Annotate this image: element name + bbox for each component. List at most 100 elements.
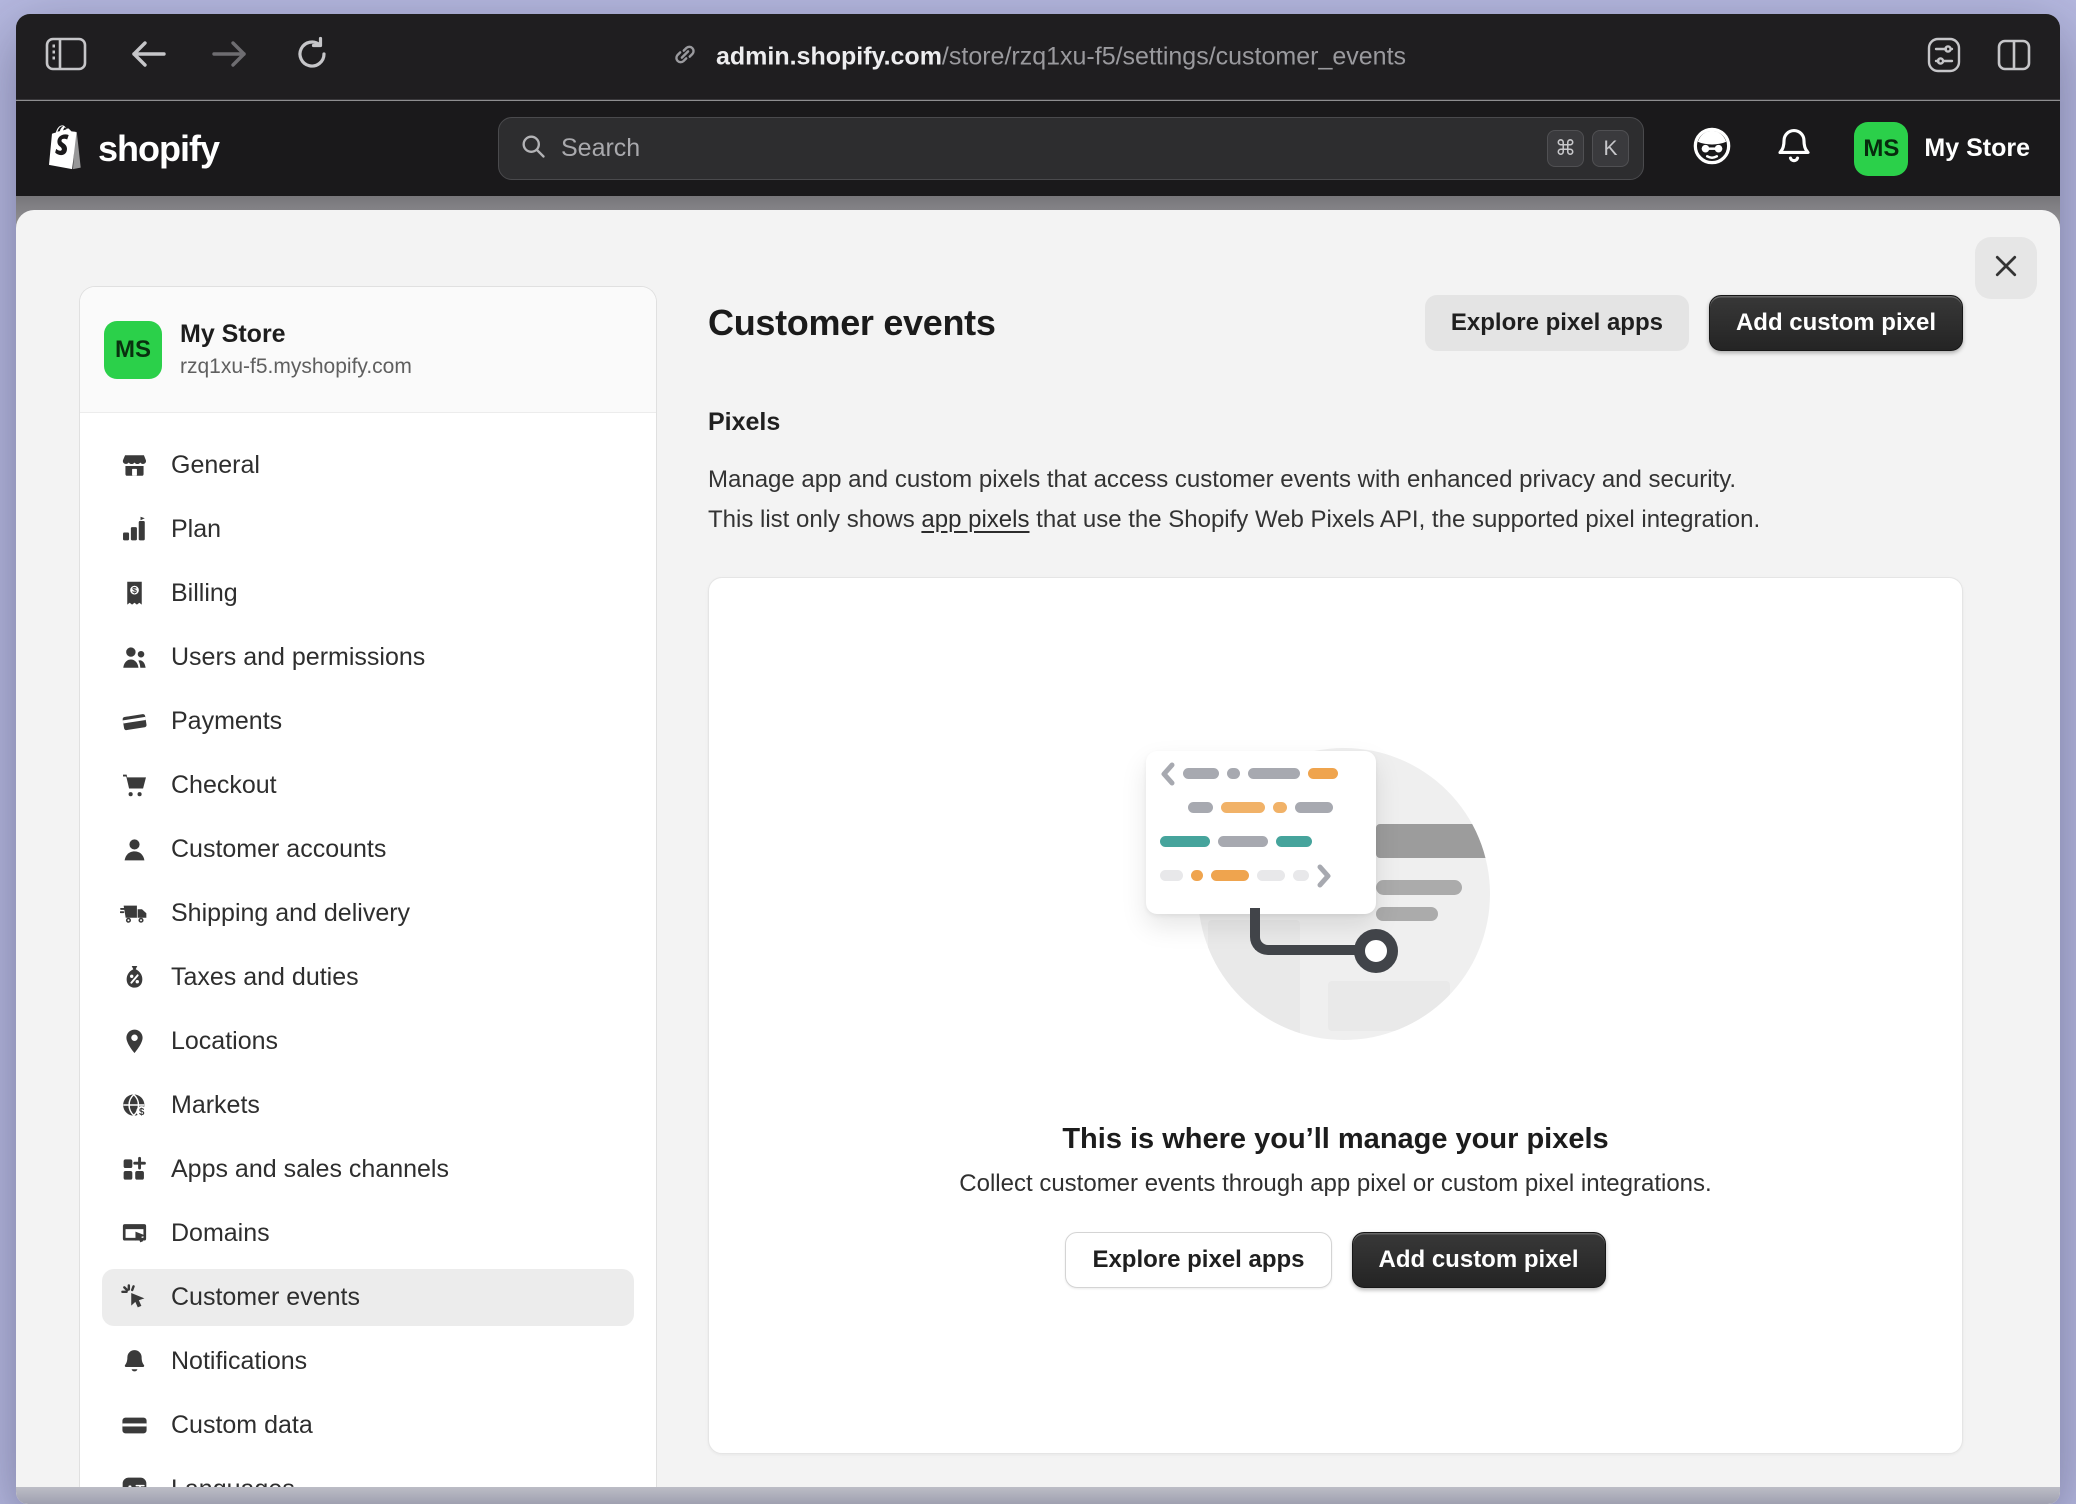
shopify-wordmark: shopify [98,128,219,170]
sidebar-item-label: Notifications [171,1347,307,1376]
pixels-description: Manage app and custom pixels that access… [708,460,1760,540]
admin-header: shopify ⌘ K [16,101,2060,196]
sidebar-item-label: Customer events [171,1283,360,1312]
search-icon [519,132,547,165]
cart-icon [119,771,149,801]
code-snippet-illustration [1146,751,1376,914]
sidebar-item-notifications[interactable]: Notifications [102,1333,634,1390]
apps-grid-icon [119,1155,149,1185]
close-button[interactable] [1975,237,2037,299]
back-arrow-icon [128,38,168,75]
forward-arrow-icon [210,38,250,75]
sidebar-item-domains[interactable]: Domains [102,1205,634,1262]
billing-icon: $ [119,579,149,609]
person-icon [119,835,149,865]
sidebar-item-label: Users and permissions [171,643,425,672]
sidebar-item-billing[interactable]: $ Billing [102,565,634,622]
sidebar-item-label: Payments [171,707,282,736]
split-view-icon [1996,37,2032,78]
cmd-key-badge: ⌘ [1547,130,1584,167]
empty-state-title: This is where you’ll manage your pixels [1062,1123,1608,1156]
url-path: /store/rzq1xu-f5/settings/customer_event… [942,42,1406,70]
sidebar-item-shipping-and-delivery[interactable]: Shipping and delivery [102,885,634,942]
store-avatar: MS [104,321,162,379]
users-icon [119,643,149,673]
chevron-right-icon [1317,864,1332,888]
explore-pixel-apps-button[interactable]: Explore pixel apps [1425,295,1689,351]
store-domain: rzq1xu-f5.myshopify.com [180,355,412,379]
sidebar-item-label: Plan [171,515,221,544]
sidekick-face-icon [1689,123,1735,174]
browser-toolbar: admin.shopify.com/store/rzq1xu-f5/settin… [16,14,2060,100]
sidebar-item-customer-accounts[interactable]: Customer accounts [102,821,634,878]
location-pin-icon [119,1027,149,1057]
settings-nav: General Plan $ Billing Users and permissions… [80,413,656,1504]
settings-sidebar: MS My Store rzq1xu-f5.myshopify.com Gene… [79,286,657,1504]
account-avatar: MS [1854,122,1908,176]
pixels-empty-card: This is where you’ll manage your pixels … [708,577,1963,1454]
sidebar-item-customer-events[interactable]: Customer events [102,1269,634,1326]
reload-icon [293,35,331,78]
globe-icon: $ [119,1091,149,1121]
connector-node [1354,929,1398,973]
sidebar-item-label: Taxes and duties [171,963,359,992]
shopify-bag-icon [46,122,88,175]
sidebar-item-locations[interactable]: Locations [102,1013,634,1070]
split-view-button[interactable] [1992,35,2036,79]
truck-icon [119,899,149,929]
page-title: Customer events [708,302,996,344]
app-pixels-link[interactable]: app pixels [921,506,1029,533]
tax-bag-icon [119,963,149,993]
sidebar-toggle-button[interactable] [44,35,88,79]
sidebar-item-apps-and-sales-channels[interactable]: Apps and sales channels [102,1141,634,1198]
sidebar-item-custom-data[interactable]: Custom data [102,1397,634,1454]
header-bell-icon [1773,125,1815,172]
chevron-left-icon [1160,762,1175,786]
sidebar-item-label: Custom data [171,1411,313,1440]
domains-icon [119,1219,149,1249]
plan-icon [119,515,149,545]
sidebar-item-label: General [171,451,260,480]
forward-button[interactable] [208,35,252,79]
url-bar[interactable]: admin.shopify.com/store/rzq1xu-f5/settin… [670,39,1406,74]
global-search[interactable]: ⌘ K [498,117,1644,180]
browser-settings-button[interactable] [1922,35,1966,79]
empty-add-custom-pixel-button[interactable]: Add custom pixel [1352,1232,1606,1288]
pixels-section-heading: Pixels [708,408,780,437]
empty-state-subtitle: Collect customer events through app pixe… [959,1170,1711,1198]
bell-icon [119,1347,149,1377]
sidebar-item-checkout[interactable]: Checkout [102,757,634,814]
window-bottom-edge [16,1487,2060,1504]
store-icon [119,451,149,481]
notifications-button[interactable] [1772,127,1816,171]
sidebar-item-plan[interactable]: Plan [102,501,634,558]
account-name: My Store [1924,134,2030,163]
sidebar-item-label: Domains [171,1219,270,1248]
shopify-logo[interactable]: shopify [16,122,219,175]
sidebar-panel-icon [45,37,87,76]
svg-text:$: $ [138,1107,144,1118]
sidebar-item-label: Shipping and delivery [171,899,410,928]
payments-icon [119,707,149,737]
k-key-badge: K [1592,130,1629,167]
search-input[interactable] [561,134,1539,163]
close-icon [1991,251,2021,286]
sidebar-item-payments[interactable]: Payments [102,693,634,750]
account-menu[interactable]: MS My Store [1854,122,2030,176]
sidebar-item-label: Apps and sales channels [171,1155,449,1184]
back-button[interactable] [126,35,170,79]
settings-modal: MS My Store rzq1xu-f5.myshopify.com Gene… [16,210,2060,1504]
sidebar-item-label: Customer accounts [171,835,386,864]
sidebar-item-taxes-and-duties[interactable]: Taxes and duties [102,949,634,1006]
add-custom-pixel-button[interactable]: Add custom pixel [1709,295,1963,351]
reload-button[interactable] [290,35,334,79]
sidebar-item-markets[interactable]: $Markets [102,1077,634,1134]
store-name: My Store [180,320,412,349]
empty-explore-pixel-apps-button[interactable]: Explore pixel apps [1065,1232,1331,1288]
custom-data-icon [119,1411,149,1441]
sidekick-button[interactable] [1690,127,1734,171]
sidebar-item-label: Locations [171,1027,278,1056]
sidebar-item-label: Billing [171,579,238,608]
sidebar-item-general[interactable]: General [102,437,634,494]
sidebar-item-users-and-permissions[interactable]: Users and permissions [102,629,634,686]
